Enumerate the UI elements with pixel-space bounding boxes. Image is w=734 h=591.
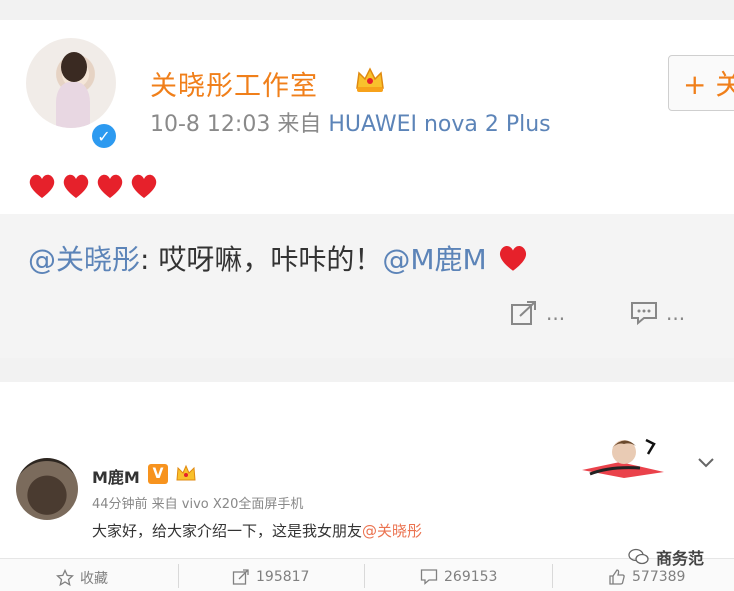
watermark-text: 商务范 (656, 549, 705, 568)
author-name[interactable]: M鹿M (92, 464, 140, 488)
repost-button[interactable]: 195817 (232, 568, 309, 586)
separator (0, 358, 734, 382)
post-meta: 44分钟前 来自 vivo X20全面屏手机 (92, 497, 304, 512)
post-meta: 10-8 12:03 来自 HUAWEI nova 2 Plus (150, 106, 551, 138)
favorite-button[interactable]: 收藏 (56, 568, 108, 588)
chevron-down-icon[interactable] (696, 456, 716, 470)
avatar[interactable] (16, 458, 78, 520)
comment-label: ... (666, 301, 686, 325)
heart-icon (499, 245, 526, 271)
mention-link[interactable]: @关晓彤 (362, 522, 422, 540)
repost-count: 195817 (256, 569, 310, 585)
heart-icon (29, 174, 55, 198)
repost-text: @关晓彤: 哎呀嘛，咔咔的！@M鹿M (28, 238, 529, 278)
thumbs-up-icon (609, 569, 625, 585)
divider (364, 564, 365, 588)
avatar[interactable] (26, 38, 116, 128)
crown-icon (356, 67, 384, 92)
heart-icon (97, 174, 123, 198)
share-label: ... (546, 301, 566, 325)
heart-icon (131, 174, 157, 198)
share-icon (232, 569, 249, 585)
watermark: 商务范 (628, 545, 704, 569)
comment-action[interactable]: ... (630, 300, 685, 326)
mention-link-2[interactable]: @M鹿M (382, 243, 486, 276)
avatar-hair (61, 52, 87, 82)
comment-count: 269153 (444, 569, 498, 585)
comment-button[interactable]: 269153 (420, 568, 497, 586)
post-body (27, 172, 159, 200)
verified-badge: ✓ (90, 122, 118, 150)
reposted-content (0, 214, 734, 358)
share-action[interactable]: ... (510, 300, 565, 326)
favorite-label: 收藏 (80, 571, 108, 587)
author-name[interactable]: 关晓彤工作室 (150, 64, 318, 103)
post-body: 大家好，给大家介绍一下，这是我女朋友@关晓彤 (92, 520, 422, 541)
vip-badge: V (148, 464, 168, 484)
like-count: 577389 (632, 569, 686, 585)
star-icon (56, 569, 74, 587)
divider (552, 564, 553, 588)
via-label: 来自 (277, 112, 322, 137)
mention-link[interactable]: @关晓彤 (28, 243, 140, 276)
like-button[interactable]: 577389 (608, 568, 685, 586)
follow-button[interactable]: + 关 (668, 55, 734, 111)
top-strip (0, 0, 734, 20)
device-link[interactable]: HUAWEI nova 2 Plus (328, 112, 550, 137)
comment-icon (420, 569, 438, 585)
comment-icon (631, 302, 657, 326)
check-icon: ✓ (92, 124, 116, 148)
repost-message: : 哎呀嘛，咔咔的！ (140, 243, 383, 276)
crown-icon (176, 464, 196, 481)
post-time: 10-8 12:03 (150, 112, 271, 137)
share-icon (511, 301, 536, 325)
sticker-image (582, 438, 664, 478)
divider (178, 564, 179, 588)
heart-icon (63, 174, 89, 198)
wechat-icon (628, 548, 649, 565)
post-text: 大家好，给大家介绍一下，这是我女朋友 (92, 522, 363, 540)
avatar-figure (56, 82, 90, 128)
